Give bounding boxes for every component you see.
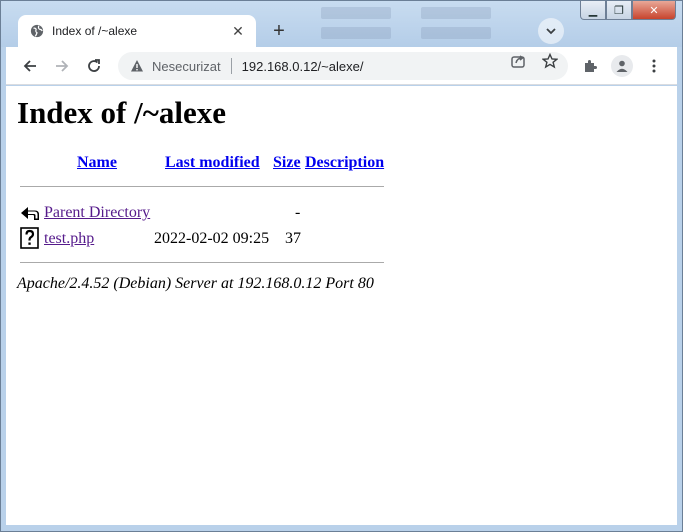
security-status-label[interactable]: Nesecurizat xyxy=(152,59,221,74)
close-window-button[interactable]: ✕ xyxy=(632,1,676,20)
last-modified-cell: 2022-02-02 09:25 xyxy=(154,230,270,247)
table-row-test-php[interactable]: test.php xyxy=(44,230,94,248)
avatar xyxy=(611,55,633,77)
extensions-button[interactable] xyxy=(576,52,604,80)
sort-by-last-modified-link[interactable]: Last modified xyxy=(165,154,260,171)
reload-button[interactable] xyxy=(80,52,108,80)
sort-by-description-link[interactable]: Description xyxy=(305,154,384,171)
background-window-ghost xyxy=(321,7,391,19)
back-button[interactable] xyxy=(16,52,44,80)
column-header-last-modified[interactable]: Last modified xyxy=(165,154,260,172)
browser-window: ▁ ❐ ✕ Index of /~alexe ✕ + Nesecurizat 1… xyxy=(0,0,683,532)
background-window-ghost xyxy=(421,7,491,19)
arrow-left-icon xyxy=(23,60,36,72)
chevron-down-icon xyxy=(546,28,556,35)
address-bar[interactable]: Nesecurizat 192.168.0.12/~alexe/ xyxy=(118,52,568,80)
share-icon[interactable] xyxy=(510,53,526,69)
tab-title: Index of /~alexe xyxy=(52,24,138,38)
globe-icon xyxy=(30,24,44,38)
divider xyxy=(230,58,232,74)
table-row-parent-directory[interactable]: Parent Directory xyxy=(44,204,150,222)
column-header-name[interactable]: Name xyxy=(77,154,117,172)
minimize-button[interactable]: ▁ xyxy=(580,1,606,20)
tab-active[interactable]: Index of /~alexe ✕ xyxy=(18,15,256,47)
title-bar: ▁ ❐ ✕ Index of /~alexe ✕ + xyxy=(1,1,682,47)
column-header-size[interactable]: Size xyxy=(273,154,301,172)
puzzle-icon xyxy=(585,60,597,72)
background-window-ghost xyxy=(321,27,391,39)
divider xyxy=(20,186,384,187)
window-controls: ▁ ❐ ✕ xyxy=(580,1,676,21)
star-icon[interactable] xyxy=(542,53,558,69)
warning-icon[interactable] xyxy=(130,59,144,73)
file-link[interactable]: test.php xyxy=(44,230,94,247)
size-cell: 37 xyxy=(285,230,301,247)
profile-button[interactable] xyxy=(608,52,636,80)
browser-toolbar: Nesecurizat 192.168.0.12/~alexe/ xyxy=(6,47,677,85)
column-header-description[interactable]: Description xyxy=(305,154,384,172)
arrow-right-icon xyxy=(56,60,69,72)
divider xyxy=(20,262,384,263)
new-tab-button[interactable]: + xyxy=(266,18,292,44)
size-cell: - xyxy=(295,204,301,221)
person-icon xyxy=(616,60,628,72)
menu-button[interactable] xyxy=(640,52,668,80)
parent-directory-link[interactable]: Parent Directory xyxy=(44,204,150,221)
sort-by-size-link[interactable]: Size xyxy=(273,154,301,171)
sort-by-name-link[interactable]: Name xyxy=(77,154,117,171)
forward-button[interactable] xyxy=(48,52,76,80)
unknown-file-icon xyxy=(20,227,39,249)
maximize-button[interactable]: ❐ xyxy=(606,1,632,20)
tab-search-button[interactable] xyxy=(538,18,564,44)
background-window-ghost xyxy=(421,27,491,39)
tab-close-icon[interactable]: ✕ xyxy=(230,23,246,39)
page-content: Index of /~alexe Name Last modified Size… xyxy=(6,86,677,525)
page-title: Index of /~alexe xyxy=(17,95,226,130)
reload-icon xyxy=(88,59,100,72)
back-arrow-icon xyxy=(21,207,39,220)
server-signature: Apache/2.4.52 (Debian) Server at 192.168… xyxy=(17,275,374,292)
more-vertical-icon xyxy=(652,59,656,73)
